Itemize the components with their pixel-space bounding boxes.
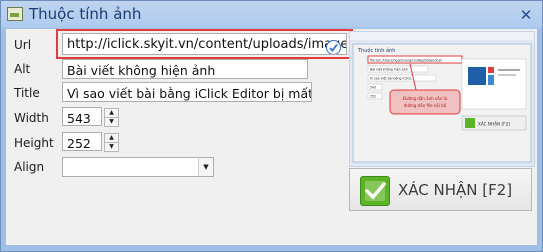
- width-decrement-icon[interactable]: ▼: [104, 117, 119, 127]
- height-label: Height: [14, 136, 54, 150]
- check-icon[interactable]: [326, 40, 341, 54]
- url-input[interactable]: http://iclick.skyit.vn/content/uploads/i…: [62, 33, 347, 55]
- alt-label: Alt: [14, 62, 31, 76]
- align-select[interactable]: ▼: [62, 157, 214, 177]
- align-label: Align: [14, 160, 45, 174]
- preview-callout-line1: Đường dẫn ảnh vẫn là: [403, 96, 448, 101]
- preview-mini-alt: Bài viết không hiện ảnh: [370, 68, 408, 72]
- height-input[interactable]: 252: [62, 132, 102, 151]
- close-icon[interactable]: ✕: [518, 7, 534, 23]
- preview-mini-height: 252: [370, 95, 376, 99]
- confirm-button-label: XÁC NHẬN [F2]: [398, 181, 513, 199]
- preview-callout-line2: đường dẫn file nội bộ: [404, 103, 447, 108]
- preview-mini-title: Thuộc tính ảnh: [357, 47, 395, 54]
- height-stepper[interactable]: ▲ ▼: [104, 133, 119, 152]
- dialog-title: Thuộc tính ảnh: [29, 5, 142, 23]
- preview-mini-width: 543: [370, 86, 376, 90]
- confirm-button[interactable]: XÁC NHẬN [F2]: [349, 168, 532, 211]
- alt-input[interactable]: Bài viết không hiện ảnh: [62, 59, 308, 79]
- image-icon: [7, 7, 23, 21]
- dialog-body: Url http://iclick.skyit.vn/content/uploa…: [6, 29, 537, 245]
- title-label: Title: [14, 86, 40, 100]
- preview-mini-title-text: Vì sao viết bài bằng iClick...: [370, 76, 414, 81]
- chevron-down-icon[interactable]: ▼: [198, 158, 213, 176]
- image-preview: Thuộc tính ảnh file:///C:/Users/ngochuon…: [349, 31, 535, 167]
- title-input[interactable]: Vì sao viết bài bằng iClick Editor bị mấ…: [62, 82, 312, 102]
- preview-mini-url: file:///C:/Users/ngochuongnvs/AppData/Lo…: [370, 59, 443, 63]
- height-decrement-icon[interactable]: ▼: [104, 142, 119, 152]
- title-bar: Thuộc tính ảnh ✕: [1, 1, 542, 29]
- preview-mini-confirm: XÁC NHẬN [F2]: [478, 122, 510, 127]
- width-label: Width: [14, 111, 49, 125]
- url-label: Url: [14, 38, 32, 52]
- preview-screenshot: Thuộc tính ảnh file:///C:/Users/ngochuon…: [350, 40, 534, 166]
- checkmark-icon: [360, 176, 390, 206]
- image-properties-dialog: Thuộc tính ảnh ✕ Url http://iclick.skyit…: [0, 0, 543, 252]
- width-stepper[interactable]: ▲ ▼: [104, 108, 119, 127]
- url-value: http://iclick.skyit.vn/content/uploads/i…: [67, 37, 347, 52]
- width-input[interactable]: 543: [62, 107, 102, 126]
